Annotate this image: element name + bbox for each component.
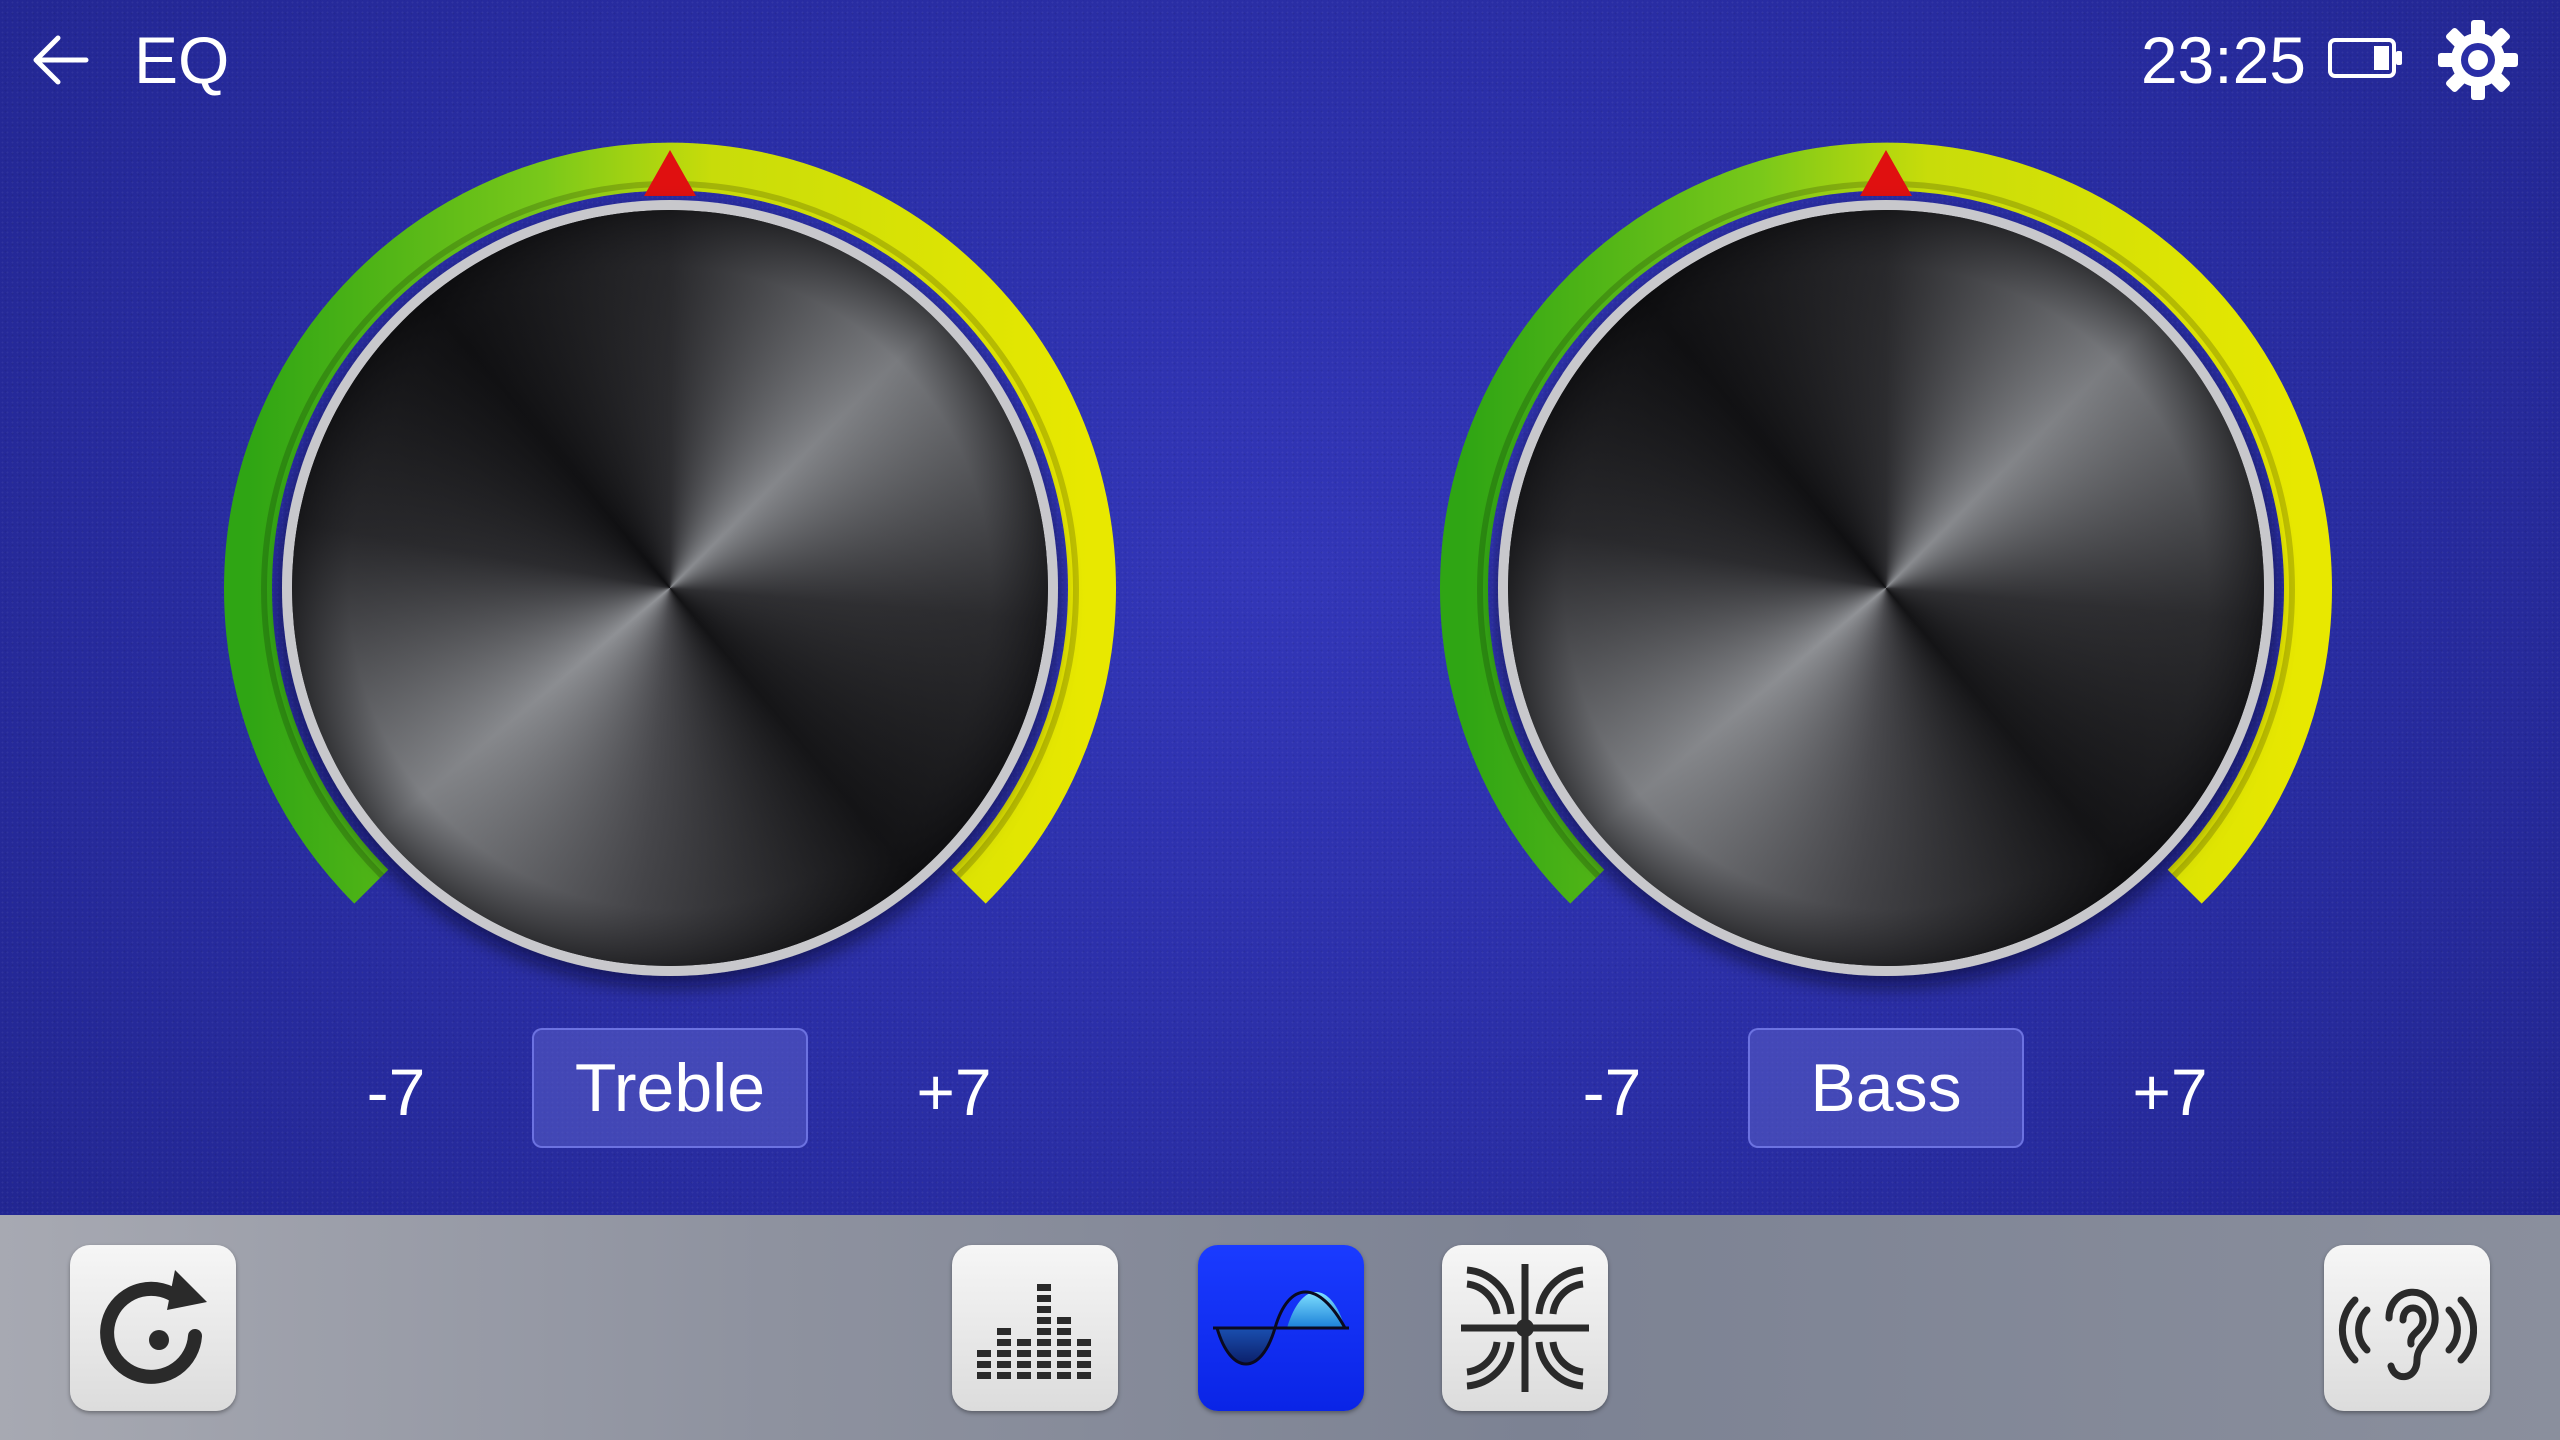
- bass-max-label: +7: [2132, 1055, 2208, 1129]
- bass-treble-button[interactable]: [1198, 1245, 1364, 1411]
- settings-button[interactable]: [2434, 16, 2522, 104]
- treble-max-label: +7: [916, 1055, 992, 1129]
- page-title: EQ: [134, 23, 230, 97]
- bass-treble-wave-icon: [1213, 1290, 1349, 1366]
- bass-label-button[interactable]: Bass: [1748, 1028, 2024, 1148]
- status-clock: 23:25: [2140, 23, 2306, 97]
- treble-knob[interactable]: [220, 138, 1120, 1038]
- speaker-balance-icon: [1461, 1264, 1589, 1392]
- equalizer-button[interactable]: [952, 1245, 1118, 1411]
- loudness-ear-icon: [2338, 1288, 2477, 1380]
- back-button[interactable]: [28, 28, 98, 92]
- bass-min-label: -7: [1582, 1055, 1642, 1129]
- equalizer-bars-icon: [977, 1284, 1091, 1379]
- back-arrow-icon: [33, 35, 89, 85]
- treble-min-label: -7: [366, 1055, 426, 1129]
- top-bar: EQ 23:25: [0, 0, 2560, 120]
- treble-label-button[interactable]: Treble: [532, 1028, 808, 1148]
- balance-fader-button[interactable]: [1442, 1245, 1608, 1411]
- loudness-button[interactable]: [2324, 1245, 2490, 1411]
- reset-button[interactable]: [70, 1245, 236, 1411]
- battery-icon: [2328, 36, 2404, 80]
- gear-icon: [2438, 20, 2518, 100]
- bass-knob[interactable]: [1436, 138, 2336, 1038]
- reset-icon: [100, 1270, 207, 1384]
